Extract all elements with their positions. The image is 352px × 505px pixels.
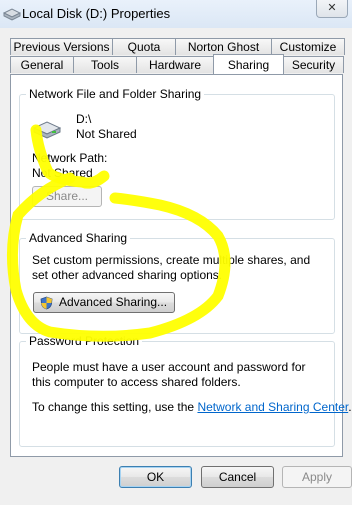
password-protection-title: Password Protection [26, 334, 143, 348]
network-sharing-title: Network File and Folder Sharing [26, 87, 205, 101]
apply-button[interactable]: Apply [282, 466, 352, 488]
cancel-button[interactable]: Cancel [201, 466, 274, 488]
network-sharing-group: Network File and Folder Sharing D:\ Not … [19, 87, 335, 220]
tab-sharing[interactable]: Sharing [213, 54, 284, 74]
advanced-sharing-button[interactable]: Advanced Sharing... [33, 292, 175, 313]
share-status: Not Shared [76, 127, 137, 141]
tab-row-front: General Tools Hardware Sharing Security [10, 54, 346, 74]
tab-previous-versions[interactable]: Previous Versions [10, 38, 113, 55]
title-bar: Local Disk (D:) Properties ✕ [0, 0, 352, 29]
drive-icon [3, 8, 21, 21]
ok-button[interactable]: OK [119, 466, 192, 488]
share-button[interactable]: Share... [32, 186, 102, 207]
tab-quota[interactable]: Quota [112, 38, 176, 55]
tab-customize[interactable]: Customize [271, 38, 345, 55]
network-path-label: Network Path: [32, 151, 108, 165]
tab-tools[interactable]: Tools [73, 56, 137, 73]
tab-security[interactable]: Security [283, 56, 344, 73]
network-path-value: Not Shared [32, 166, 93, 180]
change-setting-suffix: . [348, 400, 352, 414]
drive-icon [32, 121, 62, 139]
window-title: Local Disk (D:) Properties [22, 6, 171, 21]
advanced-sharing-title: Advanced Sharing [26, 231, 131, 245]
change-setting-prefix: To change this setting, use the [32, 400, 195, 414]
advanced-sharing-button-label: Advanced Sharing... [58, 295, 168, 309]
tab-general[interactable]: General [10, 56, 74, 73]
tab-norton-ghost[interactable]: Norton Ghost [175, 38, 272, 55]
drive-path: D:\ [76, 112, 92, 126]
sharing-panel: Network File and Folder Sharing D:\ Not … [10, 74, 352, 457]
close-button[interactable]: ✕ [316, 0, 348, 18]
shield-icon [40, 296, 53, 310]
advanced-sharing-group: Advanced Sharing Set custom permissions,… [19, 231, 335, 334]
tab-hardware[interactable]: Hardware [136, 56, 214, 73]
password-protection-group: Password Protection People must have a u… [19, 334, 352, 447]
password-protection-description: People must have a user account and pass… [32, 360, 306, 389]
change-setting-text: To change this setting, use the Network … [32, 400, 352, 414]
network-sharing-center-link[interactable]: Network and Sharing Center [197, 400, 348, 414]
advanced-sharing-description: Set custom permissions, create multiple … [32, 253, 311, 282]
properties-dialog: Previous Versions Quota Norton Ghost Cus… [0, 28, 352, 505]
tab-row-back: Previous Versions Quota Norton Ghost Cus… [10, 38, 346, 56]
